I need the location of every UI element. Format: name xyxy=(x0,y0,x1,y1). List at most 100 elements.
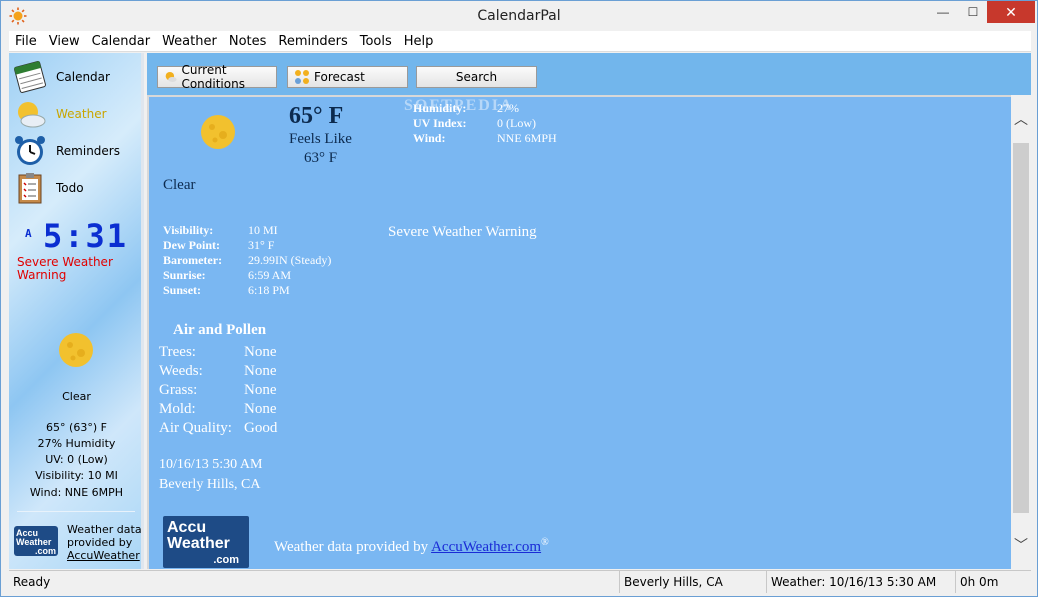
menu-notes[interactable]: Notes xyxy=(223,31,273,51)
detail-value: 29.99IN (Steady) xyxy=(248,253,332,267)
clipboard-checklist-icon xyxy=(18,173,42,204)
menu-reminders[interactable]: Reminders xyxy=(272,31,353,51)
minimize-button[interactable]: — xyxy=(928,1,958,23)
status-bar: Ready Beverly Hills, CA Weather: 10/16/1… xyxy=(9,570,1031,593)
detail-key: Visibility: xyxy=(163,223,214,237)
status-elapsed: 0h 0m xyxy=(955,571,1015,593)
sidebar-item-label: Weather xyxy=(56,107,107,121)
air-pollen-list: Trees: None Weeds: None Grass: None Mold: No… xyxy=(159,343,277,438)
menu-file[interactable]: File xyxy=(9,31,43,51)
logo-line: Accu xyxy=(167,519,207,536)
maximize-button[interactable]: ☐ xyxy=(958,1,988,23)
stat-row: Humidity: 27% xyxy=(413,101,557,116)
air-value: None xyxy=(244,382,277,398)
menu-tools[interactable]: Tools xyxy=(354,31,398,51)
current-temperature: 65° F xyxy=(289,103,344,129)
scroll-down-arrow-icon[interactable]: ﹀ xyxy=(1011,535,1031,555)
air-key: Trees: xyxy=(159,344,196,360)
search-button[interactable]: Search xyxy=(416,66,537,88)
feels-like-label: Feels Like xyxy=(289,131,352,147)
accuweather-logo[interactable]: Accu Weather .com xyxy=(14,526,58,556)
detail-row: Sunset: 6:18 PM xyxy=(163,283,331,298)
sidebar-severe-warning[interactable]: Severe Weather Warning xyxy=(17,256,127,282)
sidebar-wind: Wind: NNE 6MPH xyxy=(29,486,124,499)
forecast-label: Forecast xyxy=(314,70,365,84)
sidebar-temp: 65° (63°) F xyxy=(46,421,107,434)
close-button[interactable]: ✕ xyxy=(987,1,1035,23)
detail-key: Sunset: xyxy=(163,283,202,297)
logo-line: .com xyxy=(34,546,56,556)
alarm-clock-icon xyxy=(15,136,45,165)
sun-icon xyxy=(59,333,93,367)
sidebar-uv: UV: 0 (Low) xyxy=(45,453,108,466)
stat-row: UV Index: 0 (Low) xyxy=(413,116,557,131)
air-pollen-heading: Air and Pollen xyxy=(173,322,267,338)
sidebar: Calendar Weather Reminders Todo A 5:31 S… xyxy=(9,53,144,569)
menu-weather[interactable]: Weather xyxy=(156,31,223,51)
accuweather-logo[interactable]: Accu Weather .com xyxy=(163,516,249,568)
air-row: Trees: None xyxy=(159,343,277,362)
menu-view[interactable]: View xyxy=(43,31,86,51)
current-conditions-button[interactable]: Current Conditions xyxy=(157,63,277,91)
clock-ampm: A xyxy=(25,227,32,240)
air-row: Mold: None xyxy=(159,400,277,419)
accuweather-link[interactable]: AccuWeather.com xyxy=(431,539,541,555)
sidebar-item-reminders[interactable]: Reminders xyxy=(13,133,138,169)
air-key: Air Quality: xyxy=(159,420,232,436)
sidebar-item-label: Reminders xyxy=(56,144,120,158)
sun-icon xyxy=(201,115,235,149)
sidebar-item-todo[interactable]: Todo xyxy=(13,170,138,206)
digital-clock: A 5:31 xyxy=(23,217,135,255)
credit-line: provided by xyxy=(67,536,133,549)
air-row: Weeds: None xyxy=(159,362,277,381)
vertical-scrollbar[interactable]: ︿ ﹀ xyxy=(1011,95,1031,569)
detail-value: 31° F xyxy=(248,238,275,252)
logo-line: Weather xyxy=(167,535,230,552)
stat-key: UV Index: xyxy=(413,116,467,130)
air-key: Grass: xyxy=(159,382,198,398)
status-ready: Ready xyxy=(13,575,51,589)
air-value: None xyxy=(244,401,277,417)
sidebar-item-label: Calendar xyxy=(56,70,110,84)
sidebar-visibility: Visibility: 10 MI xyxy=(35,469,118,482)
stat-value: 0 (Low) xyxy=(497,116,536,130)
stat-row: Wind: NNE 6MPH xyxy=(413,131,557,146)
clock-time: 5:31 xyxy=(43,217,129,255)
stat-value: NNE 6MPH xyxy=(497,131,557,145)
detail-key: Barometer: xyxy=(163,253,223,267)
detail-row: Sunrise: 6:59 AM xyxy=(163,268,331,283)
sidebar-item-label: Todo xyxy=(56,181,84,195)
menu-calendar[interactable]: Calendar xyxy=(86,31,156,51)
air-row: Grass: None xyxy=(159,381,277,400)
air-value: None xyxy=(244,363,277,379)
logo-line: .com xyxy=(213,554,239,566)
credit-prefix: Weather data provided by xyxy=(274,539,432,555)
sidebar-condition: Clear xyxy=(62,390,91,403)
observation-datetime: 10/16/13 5:30 AM xyxy=(159,457,263,472)
air-key: Mold: xyxy=(159,401,196,417)
sidebar-item-calendar[interactable]: Calendar xyxy=(13,59,138,95)
credit-line: Weather data xyxy=(67,523,142,536)
detail-value: 10 MI xyxy=(248,223,278,237)
accuweather-link[interactable]: AccuWeather xyxy=(67,549,140,562)
current-conditions-label: Current Conditions xyxy=(181,63,245,91)
detail-value: 6:59 AM xyxy=(248,268,292,282)
weather-panel: 65° F Feels Like 63° F SOFTPEDIA Humidit… xyxy=(147,95,1011,569)
scroll-up-arrow-icon[interactable]: ︿ xyxy=(1011,109,1031,129)
scrollbar-thumb[interactable] xyxy=(1013,143,1029,513)
air-value: Good xyxy=(244,420,278,436)
detail-key: Dew Point: xyxy=(163,238,220,252)
title-bar: CalendarPal — ☐ ✕ xyxy=(1,1,1037,31)
air-key: Weeds: xyxy=(159,363,203,379)
registered-mark: ® xyxy=(541,537,549,548)
menu-help[interactable]: Help xyxy=(398,31,440,51)
detail-row: Visibility: 10 MI xyxy=(163,223,331,238)
sun-cloud-icon xyxy=(165,71,177,83)
forecast-button[interactable]: Forecast xyxy=(287,66,408,88)
severe-weather-warning[interactable]: Severe Weather Warning xyxy=(388,224,537,241)
sidebar-item-weather[interactable]: Weather xyxy=(13,96,138,132)
stat-key: Wind: xyxy=(413,131,446,145)
detail-key: Sunrise: xyxy=(163,268,206,282)
status-location: Beverly Hills, CA xyxy=(619,571,764,593)
sidebar-credit: Weather data provided by AccuWeather xyxy=(67,523,142,562)
